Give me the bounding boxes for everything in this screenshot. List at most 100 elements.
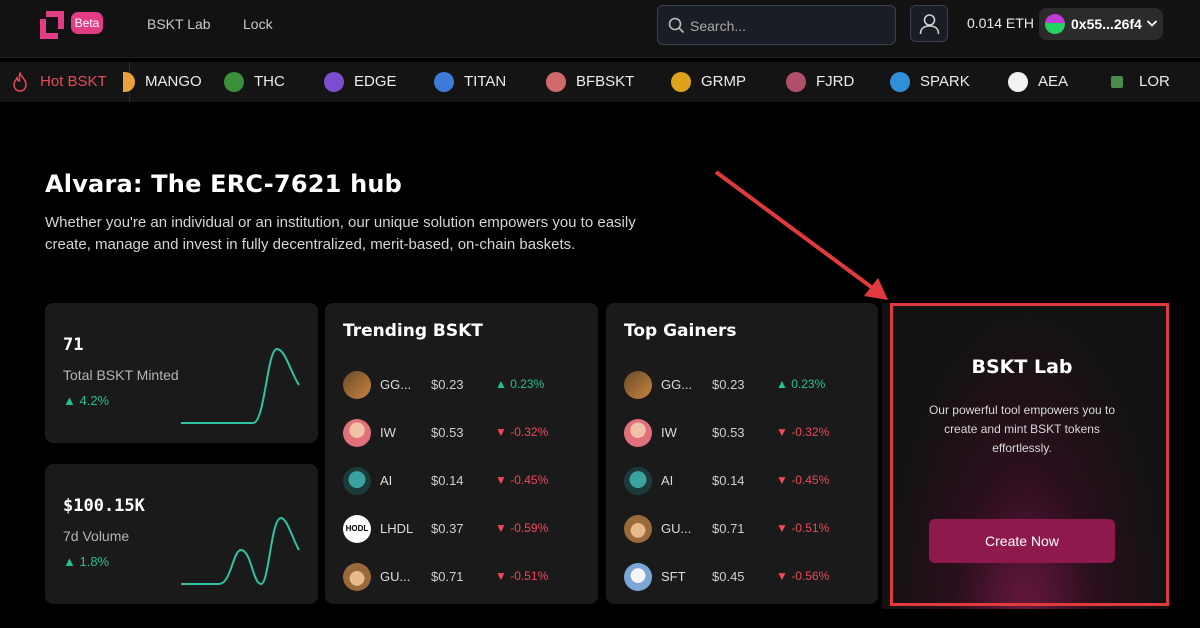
trending-row[interactable]: IW $0.53 ▼ -0.32% (343, 417, 583, 449)
row-name: GU... (661, 521, 692, 536)
aea-icon (1008, 72, 1028, 92)
alvara-logo-icon[interactable] (36, 9, 68, 41)
gg-icon (624, 371, 652, 399)
total-minted-change: ▲ 4.2% (63, 393, 110, 408)
trending-bskt-card: Trending BSKT GG... $0.23 ▲ 0.23% IW $0.… (325, 303, 598, 604)
beta-badge: Beta (71, 12, 103, 34)
ticker-name: EDGE (354, 73, 397, 90)
hodl-icon: HODL (343, 515, 371, 543)
row-price: $0.14 (431, 473, 464, 488)
volume-label: 7d Volume (63, 528, 130, 544)
gu-icon (343, 563, 371, 591)
ticker-name: AEA (1038, 73, 1069, 90)
lor-icon (1111, 76, 1123, 88)
ticker-name: MANGO (145, 73, 202, 90)
search-placeholder: Search... (690, 18, 747, 34)
row-name: AI (380, 473, 393, 488)
ticker-name: GRMP (701, 73, 746, 90)
trending-row[interactable]: GU... $0.71 ▼ -0.51% (343, 561, 583, 593)
ai-icon (343, 467, 371, 495)
row-name: SFT (661, 569, 686, 584)
bskt-lab-description: Our powerful tool empowers you to create… (928, 403, 1116, 455)
row-price: $0.53 (431, 425, 464, 440)
row-change: ▼ -0.51% (495, 569, 549, 583)
create-now-button[interactable]: Create Now (929, 519, 1115, 563)
wallet-address: 0x55...26f4 (1071, 16, 1142, 32)
row-price: $0.23 (712, 377, 745, 392)
nav-link-bskt-lab[interactable]: BSKT Lab (147, 16, 211, 32)
total-minted-label: Total BSKT Minted (63, 367, 179, 383)
row-name: IW (661, 425, 677, 440)
eth-balance: 0.014 ETH (967, 15, 1034, 31)
ticker-name: BFBSKT (576, 73, 635, 90)
row-price: $0.23 (431, 377, 464, 392)
gainers-row[interactable]: GU... $0.71 ▼ -0.51% (624, 513, 864, 545)
sft-icon (624, 563, 652, 591)
volume-card: $100.15K 7d Volume ▲ 1.8% (45, 464, 318, 604)
hot-bskt-ticker: Hot BSKT MANGO THC EDGE TITAN BFBSKT GRM… (0, 62, 1200, 102)
row-change: ▼ -0.32% (495, 425, 549, 439)
account-button[interactable] (910, 5, 948, 42)
row-change: ▼ -0.59% (495, 521, 549, 535)
top-navbar: Beta BSKT Lab Lock Search... 0.014 ETH 0… (0, 0, 1200, 58)
titan-icon (434, 72, 454, 92)
row-price: $0.71 (712, 521, 745, 536)
search-input[interactable]: Search... (657, 5, 896, 45)
row-name: AI (661, 473, 674, 488)
thc-icon (224, 72, 244, 92)
ticker-name: THC (254, 73, 285, 90)
hero-subtitle: Whether you're an individual or an insti… (45, 214, 636, 253)
iw-icon (624, 419, 652, 447)
gainers-row[interactable]: SFT $0.45 ▼ -0.56% (624, 561, 864, 593)
row-price: $0.45 (712, 569, 745, 584)
volume-sparkline (181, 516, 300, 586)
ticker-name: SPARK (920, 73, 970, 90)
row-change: ▲ 0.23% (495, 377, 545, 391)
top-gainers-card: Top Gainers GG... $0.23 ▲ 0.23% IW $0.53… (606, 303, 878, 604)
gainers-row[interactable]: AI $0.14 ▼ -0.45% (624, 465, 864, 497)
total-minted-value: 71 (63, 335, 84, 355)
spark-icon (890, 72, 910, 92)
annotation-arrow-icon (714, 170, 888, 300)
row-name: GG... (661, 377, 693, 392)
mango-icon (123, 72, 135, 92)
ticker-name: LOR (1139, 73, 1170, 90)
volume-change: ▲ 1.8% (63, 554, 110, 569)
nav-link-lock[interactable]: Lock (243, 16, 273, 32)
row-name: LHDL (380, 521, 414, 536)
bfbskt-icon (546, 72, 566, 92)
wallet-avatar (1045, 14, 1065, 34)
bskt-lab-title: BSKT Lab (971, 356, 1073, 378)
row-price: $0.14 (712, 473, 745, 488)
wallet-button[interactable]: 0x55...26f4 (1039, 8, 1163, 40)
row-change: ▼ -0.45% (776, 473, 830, 487)
edge-icon (324, 72, 344, 92)
hot-bskt-text: Hot BSKT (40, 73, 107, 90)
grmp-icon (671, 72, 691, 92)
total-minted-card: 71 Total BSKT Minted ▲ 4.2% (45, 303, 318, 443)
trending-row[interactable]: HODL LHDL $0.37 ▼ -0.59% (343, 513, 583, 545)
row-name: GG... (380, 377, 412, 392)
trending-title: Trending BSKT (343, 321, 483, 341)
row-name: IW (380, 425, 396, 440)
row-price: $0.53 (712, 425, 745, 440)
trending-row[interactable]: GG... $0.23 ▲ 0.23% (343, 369, 583, 401)
ticker-name: TITAN (464, 73, 507, 90)
gainers-title: Top Gainers (624, 321, 737, 341)
volume-value: $100.15K (63, 496, 145, 516)
row-change: ▼ -0.45% (495, 473, 549, 487)
gainers-row[interactable]: IW $0.53 ▼ -0.32% (624, 417, 864, 449)
minted-sparkline (181, 347, 300, 424)
trending-row[interactable]: AI $0.14 ▼ -0.45% (343, 465, 583, 497)
search-icon (668, 17, 685, 34)
chevron-down-icon (1146, 20, 1158, 27)
gainers-row[interactable]: GG... $0.23 ▲ 0.23% (624, 369, 864, 401)
gu-icon (624, 515, 652, 543)
ticker-name: FJRD (816, 73, 855, 90)
row-change: ▼ -0.32% (776, 425, 830, 439)
row-change: ▼ -0.51% (776, 521, 830, 535)
iw-icon (343, 419, 371, 447)
row-price: $0.71 (431, 569, 464, 584)
ai-icon (624, 467, 652, 495)
fjrd-icon (786, 72, 806, 92)
